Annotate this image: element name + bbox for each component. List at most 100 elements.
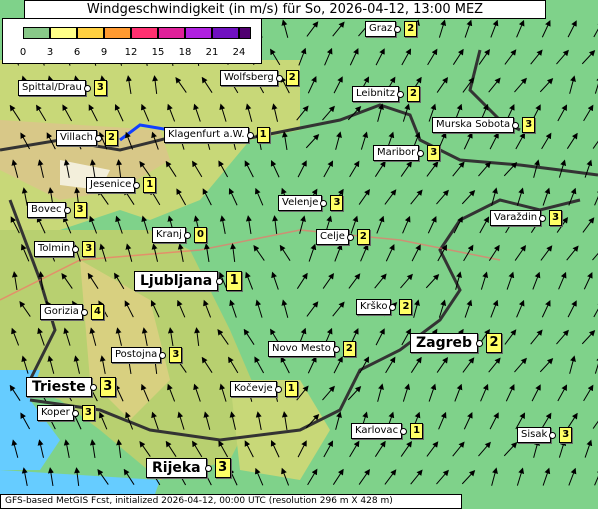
city-label-klagenfurt: Klagenfurt a.W. 1 — [164, 127, 270, 143]
wind-speed-value: 3 — [93, 80, 107, 96]
city-marker-icon — [94, 134, 102, 142]
city-marker-icon — [133, 181, 141, 189]
city-name: Villach — [56, 130, 97, 146]
wind-speed-value: 0 — [193, 227, 207, 243]
city-marker-icon — [72, 245, 80, 253]
city-name: Celje — [316, 229, 349, 245]
city-label-maribor: Maribor 3 — [373, 145, 441, 161]
wind-speed-value: 3 — [81, 405, 95, 421]
city-label-novomesto: Novo Mesto 2 — [268, 341, 356, 357]
city-name: Jesenice — [86, 177, 136, 193]
wind-speed-value: 2 — [404, 21, 418, 37]
city-name: Zagreb — [410, 333, 479, 353]
city-name: Rijeka — [146, 458, 207, 478]
wind-speed-value: 2 — [406, 86, 420, 102]
city-label-zagreb: Zagreb 2 — [410, 333, 503, 353]
city-marker-icon — [275, 74, 283, 82]
wind-speed-value: 3 — [559, 427, 573, 443]
city-label-gorizia: Gorizia 4 — [40, 304, 104, 320]
wind-speed-value: 3 — [99, 377, 116, 397]
city-marker-icon — [216, 277, 224, 285]
legend-tick-label: 18 — [178, 47, 192, 58]
legend-color-bin — [239, 27, 251, 39]
legend-color-bin — [77, 27, 104, 39]
legend-tick-label: 21 — [205, 47, 219, 58]
wind-speed-value: 2 — [342, 341, 356, 357]
city-label-varazdin: Varaždin 3 — [490, 210, 563, 226]
city-marker-icon — [332, 345, 340, 353]
city-marker-icon — [539, 214, 547, 222]
city-marker-icon — [320, 199, 328, 207]
city-name: Postojna — [111, 347, 162, 363]
city-name: Kočevje — [230, 381, 277, 397]
wind-speed-value: 2 — [285, 70, 299, 86]
city-label-kocevje: Kočevje 1 — [230, 381, 298, 397]
city-name: Kranj — [152, 227, 186, 243]
city-marker-icon — [396, 90, 404, 98]
wind-speed-value: 1 — [226, 271, 243, 291]
city-label-sisak: Sisak 3 — [517, 427, 573, 443]
city-marker-icon — [71, 409, 79, 417]
wind-speed-value: 3 — [169, 347, 183, 363]
city-name: Maribor — [373, 145, 420, 161]
city-label-ljubljana: Ljubljana 1 — [134, 271, 243, 291]
city-label-jesenice: Jesenice 1 — [86, 177, 157, 193]
city-marker-icon — [417, 149, 425, 157]
legend-color-bin — [131, 27, 158, 39]
city-name: Leibnitz — [352, 86, 399, 102]
legend-color-bin — [50, 27, 77, 39]
city-label-trieste: Trieste 3 — [26, 377, 116, 397]
legend-color-bin — [23, 27, 50, 39]
city-name: Karlovac — [351, 423, 403, 439]
wind-speed-value: 1 — [256, 127, 270, 143]
legend-color-bin — [158, 27, 185, 39]
legend-tick-label: 9 — [100, 47, 108, 58]
city-marker-icon — [89, 383, 97, 391]
city-marker-icon — [394, 25, 402, 33]
city-label-murska: Murska Sobota 3 — [432, 117, 536, 133]
city-marker-icon — [80, 308, 88, 316]
city-name: Sisak — [517, 427, 552, 443]
legend-tick-label: 15 — [151, 47, 165, 58]
city-name: Tolmin — [34, 241, 75, 257]
wind-speed-value: 1 — [410, 423, 424, 439]
legend-tick-label: 12 — [124, 47, 138, 58]
city-label-wolfsberg: Wolfsberg 2 — [220, 70, 299, 86]
wind-speed-value: 3 — [82, 241, 96, 257]
city-marker-icon — [549, 431, 557, 439]
wind-speed-value: 2 — [104, 130, 118, 146]
legend-tick-label: 3 — [46, 47, 54, 58]
city-marker-icon — [83, 84, 91, 92]
city-label-velenje: Velenje 3 — [278, 195, 344, 211]
wind-speed-value: 3 — [427, 145, 441, 161]
city-label-krsko: Krško 2 — [356, 299, 413, 315]
city-label-leibnitz: Leibnitz 2 — [352, 86, 420, 102]
city-marker-icon — [159, 351, 167, 359]
city-marker-icon — [204, 464, 212, 472]
city-marker-icon — [63, 206, 71, 214]
city-name: Gorizia — [40, 304, 83, 320]
wind-speed-value: 2 — [356, 229, 370, 245]
city-name: Novo Mesto — [268, 341, 335, 357]
city-name: Krško — [356, 299, 392, 315]
city-marker-icon — [400, 427, 408, 435]
city-label-celje: Celje 2 — [316, 229, 370, 245]
wind-speed-value: 2 — [486, 333, 503, 353]
city-name: Velenje — [278, 195, 323, 211]
forecast-footer: GFS-based MetGIS Fcst, initialized 2026-… — [0, 494, 462, 509]
wind-speed-value: 2 — [399, 299, 413, 315]
wind-speed-legend: 0 3 6 9 12 15 18 21 24 — [2, 18, 262, 64]
wind-speed-value: 3 — [549, 210, 563, 226]
wind-speed-value: 3 — [522, 117, 536, 133]
wind-speed-value: 3 — [330, 195, 344, 211]
city-name: Murska Sobota — [432, 117, 515, 133]
city-marker-icon — [389, 303, 397, 311]
legend-color-bin — [212, 27, 239, 39]
city-marker-icon — [183, 231, 191, 239]
legend-color-bin — [104, 27, 131, 39]
city-label-kranj: Kranj 0 — [152, 227, 207, 243]
city-label-postojna: Postojna 3 — [111, 347, 183, 363]
city-name: Spittal/Drau — [18, 80, 86, 96]
city-name: Varaždin — [490, 210, 542, 226]
wind-speed-value: 4 — [90, 304, 104, 320]
